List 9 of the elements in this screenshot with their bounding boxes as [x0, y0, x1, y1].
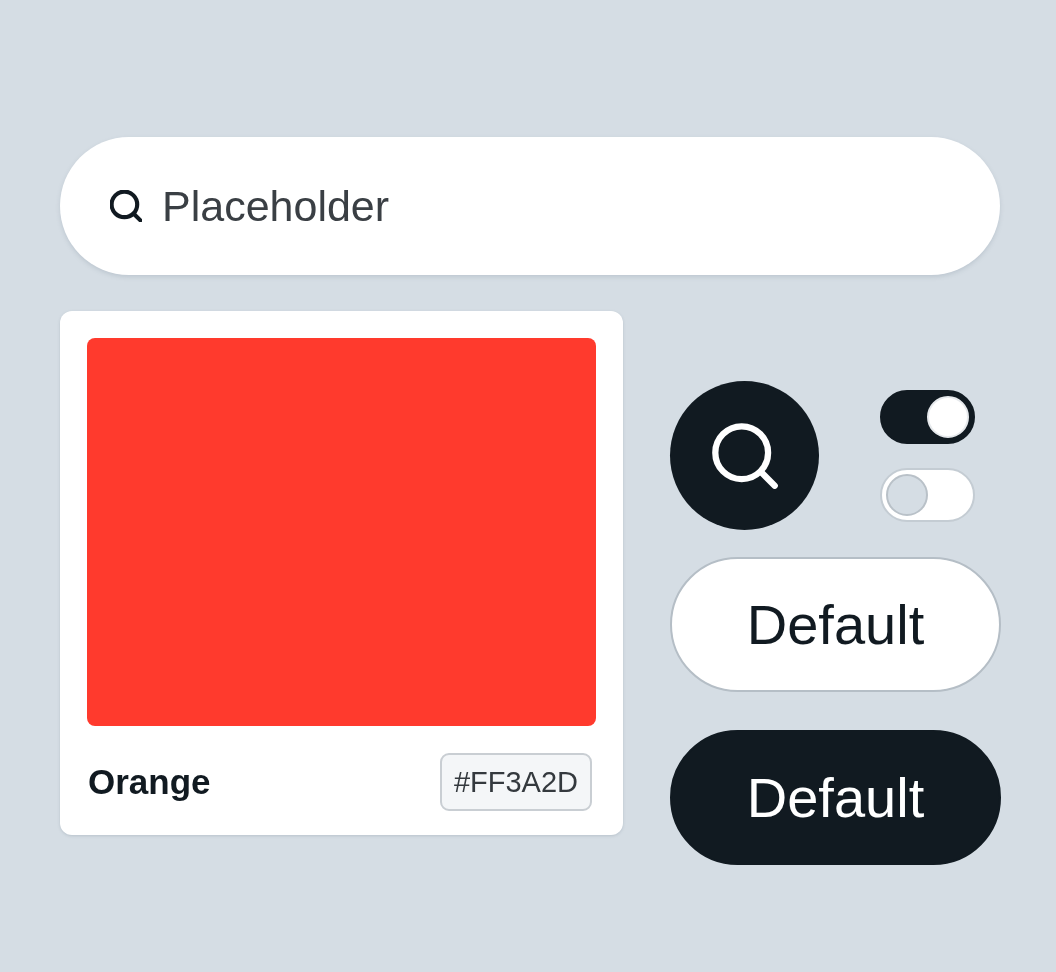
color-name: Orange [87, 762, 211, 802]
search-icon [711, 422, 778, 489]
search-field[interactable]: Placeholder [60, 137, 1000, 275]
search-icon [110, 190, 142, 222]
hex-code: #FF3A2D [439, 753, 592, 811]
primary-button[interactable]: Default [670, 730, 1001, 865]
secondary-button[interactable]: Default [670, 557, 1001, 692]
search-input[interactable]: Placeholder [162, 181, 950, 231]
toggle-switch[interactable] [880, 390, 975, 444]
